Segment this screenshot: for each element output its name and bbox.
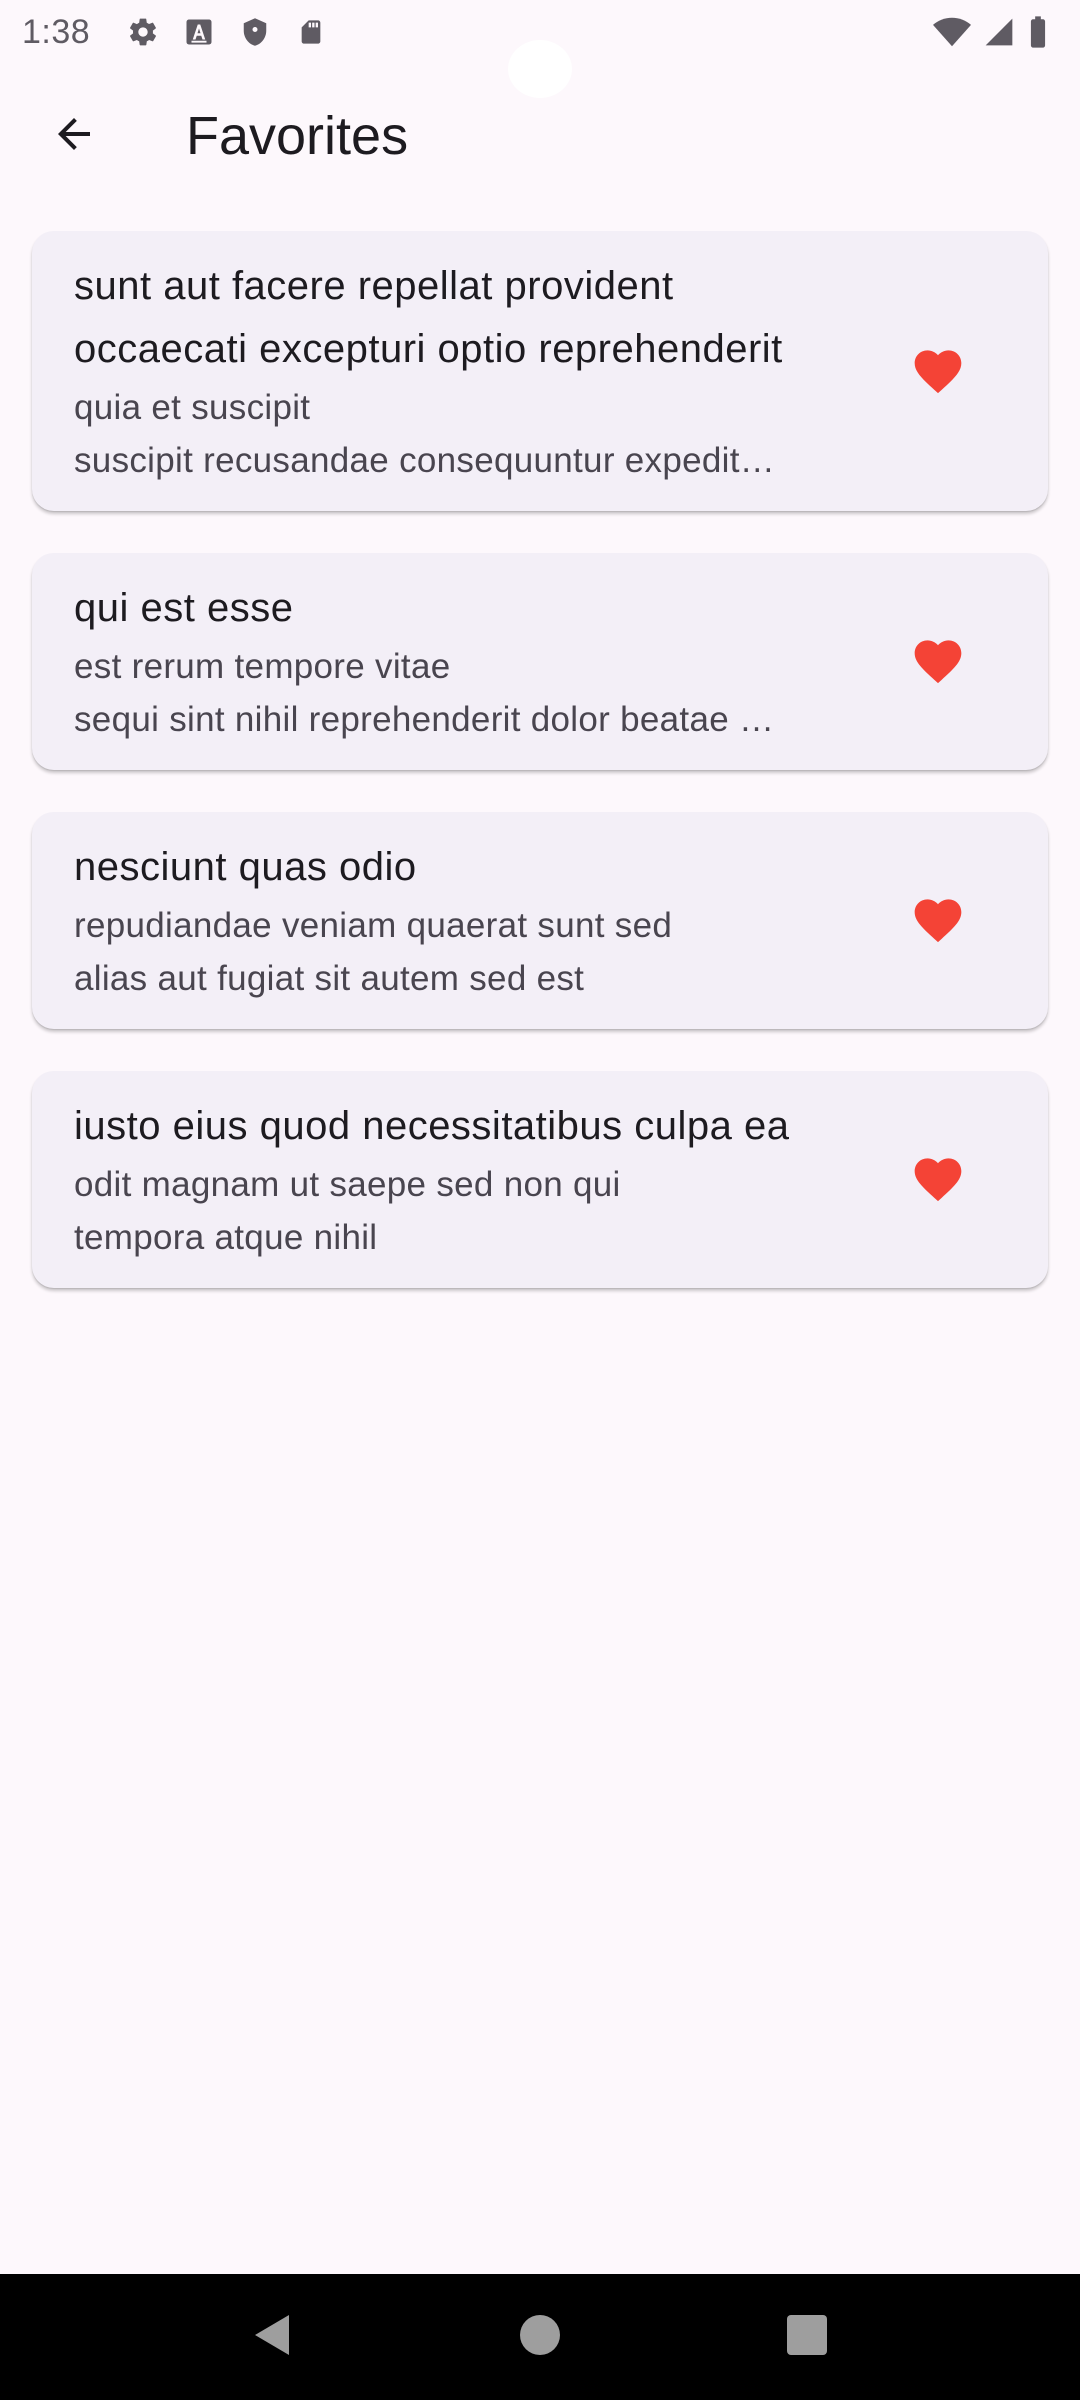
heart-icon: [910, 343, 966, 400]
battery-icon: [1026, 15, 1050, 49]
home-circle-icon: [519, 2314, 560, 2360]
favorite-card[interactable]: iusto eius quod necessitatibus culpa ea …: [32, 1071, 1048, 1288]
sd-card-icon: [294, 15, 328, 49]
gear-icon: [126, 15, 160, 49]
heart-icon: [910, 633, 966, 690]
back-button[interactable]: [26, 88, 122, 184]
nav-recents-button[interactable]: [767, 2297, 847, 2377]
favorite-toggle-button[interactable]: [910, 893, 966, 949]
back-triangle-icon: [252, 2313, 294, 2362]
shield-icon: [238, 15, 272, 49]
card-title: qui est esse: [74, 586, 294, 630]
favorite-toggle-button[interactable]: [910, 1152, 966, 1208]
favorites-screen: 1:38 Favorites sunt aut facere repellat …: [0, 0, 1080, 2400]
card-title: iusto eius quod necessitatibus culpa ea: [74, 1104, 790, 1148]
card-title: nesciunt quas odio: [74, 845, 417, 889]
arrow-back-icon: [50, 110, 98, 163]
status-right: [932, 15, 1050, 49]
card-title: sunt aut facere repellat provident occae…: [74, 264, 783, 371]
favorite-toggle-button[interactable]: [910, 343, 966, 399]
heart-icon: [910, 1151, 966, 1208]
heart-icon: [910, 892, 966, 949]
nav-back-button[interactable]: [233, 2297, 313, 2377]
app-bar: Favorites: [0, 80, 1080, 192]
card-body: repudiandae veniam quaerat sunt sed alia…: [74, 906, 673, 998]
favorites-list: sunt aut facere repellat provident occae…: [32, 231, 1048, 1288]
text-a-icon: [182, 15, 216, 49]
favorite-card[interactable]: qui est esse est rerum tempore vitae seq…: [32, 553, 1048, 770]
wifi-icon: [932, 15, 972, 49]
card-body: quia et suscipit suscipit recusandae con…: [74, 388, 776, 480]
system-navigation-bar: [0, 2274, 1080, 2400]
recents-square-icon: [786, 2314, 827, 2360]
card-body: odit magnam ut saepe sed non qui tempora…: [74, 1165, 621, 1257]
favorite-toggle-button[interactable]: [910, 634, 966, 690]
favorite-card[interactable]: sunt aut facere repellat provident occae…: [32, 231, 1048, 511]
status-time: 1:38: [22, 12, 91, 51]
favorite-card[interactable]: nesciunt quas odio repudiandae veniam qu…: [32, 812, 1048, 1029]
page-title: Favorites: [186, 106, 409, 166]
status-left: 1:38: [22, 13, 328, 52]
signal-icon: [982, 15, 1016, 49]
card-body: est rerum tempore vitae sequi sint nihil…: [74, 647, 775, 739]
nav-home-button[interactable]: [500, 2297, 580, 2377]
